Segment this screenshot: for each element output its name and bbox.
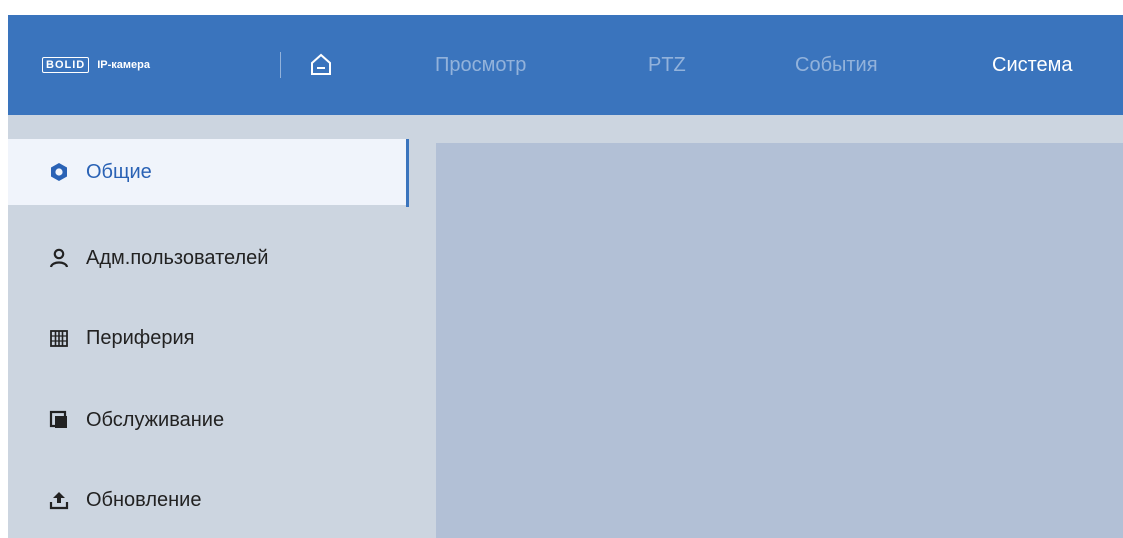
brand-logo: BOLID IP-камера <box>42 55 150 75</box>
sidebar: Общие Адм.пользователей Периферия Обслуж… <box>8 115 436 538</box>
nav-tab-system[interactable]: Система <box>992 15 1073 115</box>
content-panel <box>436 143 1123 538</box>
brand-text: IP-камера <box>97 59 151 71</box>
header-divider <box>280 52 281 78</box>
sidebar-item-label: Периферия <box>86 326 195 349</box>
home-icon[interactable] <box>308 51 334 77</box>
sidebar-item-maintenance[interactable]: Обслуживание <box>8 387 408 453</box>
sidebar-item-users[interactable]: Адм.пользователей <box>8 225 408 291</box>
gear-icon <box>48 161 70 183</box>
sidebar-item-update[interactable]: Обновление <box>8 467 408 533</box>
selected-indicator <box>406 139 409 207</box>
peripheral-icon <box>48 327 70 349</box>
sidebar-item-label: Адм.пользователей <box>86 246 269 269</box>
nav-tab-view[interactable]: Просмотр <box>435 15 526 115</box>
sidebar-item-label: Общие <box>86 160 152 183</box>
nav-tab-ptz[interactable]: PTZ <box>648 15 686 115</box>
sidebar-item-general[interactable]: Общие <box>8 139 408 205</box>
top-bar: BOLID IP-камера Просмотр PTZ События Сис… <box>8 15 1123 115</box>
logo-mark: BOLID <box>42 57 90 73</box>
upload-icon <box>48 489 70 511</box>
nav-tab-events[interactable]: События <box>795 15 878 115</box>
user-icon <box>48 247 70 269</box>
maintenance-icon <box>48 409 70 431</box>
app-frame: BOLID IP-камера Просмотр PTZ События Сис… <box>8 15 1123 538</box>
sidebar-item-label: Обновление <box>86 488 202 511</box>
sidebar-item-label: Обслуживание <box>86 408 225 431</box>
sidebar-item-peripherals[interactable]: Периферия <box>8 305 408 371</box>
